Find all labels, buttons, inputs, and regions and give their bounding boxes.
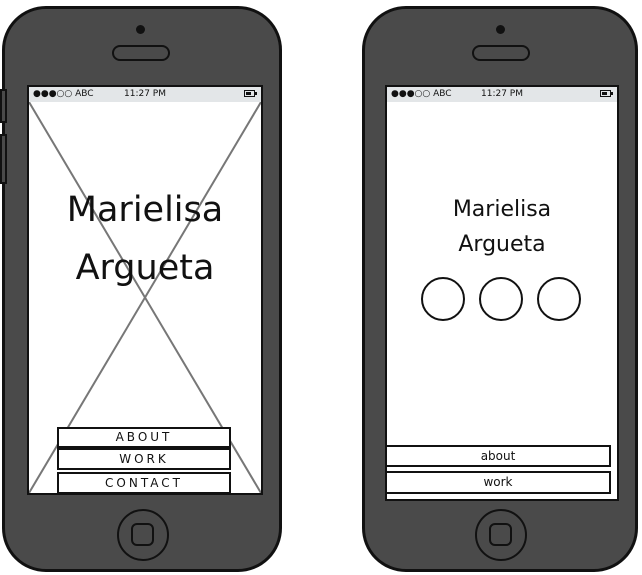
social-circle-3[interactable] bbox=[537, 277, 581, 321]
name-line-2: Argueta bbox=[75, 248, 215, 288]
name-line-2: Argueta bbox=[458, 232, 546, 257]
status-bar: ●●●○○ ABC 11:27 PM bbox=[387, 87, 617, 102]
screen-right: ●●●○○ ABC 11:27 PM Marielisa Argueta abo… bbox=[385, 85, 619, 501]
earpiece-speaker bbox=[472, 45, 530, 61]
clock: 11:27 PM bbox=[124, 89, 166, 99]
status-bar: ●●●○○ ABC 11:27 PM bbox=[29, 87, 261, 102]
screen-left: ●●●○○ ABC 11:27 PM Marielisa Argueta ABO… bbox=[27, 85, 263, 495]
nav-work-button[interactable]: work bbox=[387, 471, 611, 494]
nav-contact-button[interactable]: CONTACT bbox=[57, 472, 231, 493]
social-circle-2[interactable] bbox=[479, 277, 523, 321]
side-button bbox=[0, 89, 7, 123]
camera-icon bbox=[496, 25, 505, 34]
volume-up-button bbox=[0, 134, 7, 184]
name-line-1: Marielisa bbox=[452, 197, 552, 222]
phone-frame-left: ●●●○○ ABC 11:27 PM Marielisa Argueta ABO… bbox=[0, 6, 282, 572]
home-button bbox=[117, 509, 169, 561]
camera-icon bbox=[136, 25, 145, 34]
nav-about-button[interactable]: ABOUT bbox=[57, 427, 231, 448]
earpiece-speaker bbox=[112, 45, 170, 61]
home-button bbox=[475, 509, 527, 561]
battery-icon bbox=[600, 90, 613, 97]
nav-about-button[interactable]: about bbox=[387, 445, 611, 467]
clock: 11:27 PM bbox=[481, 89, 523, 99]
battery-icon bbox=[244, 90, 257, 97]
name-line-1: Marielisa bbox=[66, 190, 224, 230]
social-circle-1[interactable] bbox=[421, 277, 465, 321]
nav-work-button[interactable]: WORK bbox=[57, 448, 231, 470]
phone-frame-right: ●●●○○ ABC 11:27 PM Marielisa Argueta abo… bbox=[362, 6, 638, 572]
